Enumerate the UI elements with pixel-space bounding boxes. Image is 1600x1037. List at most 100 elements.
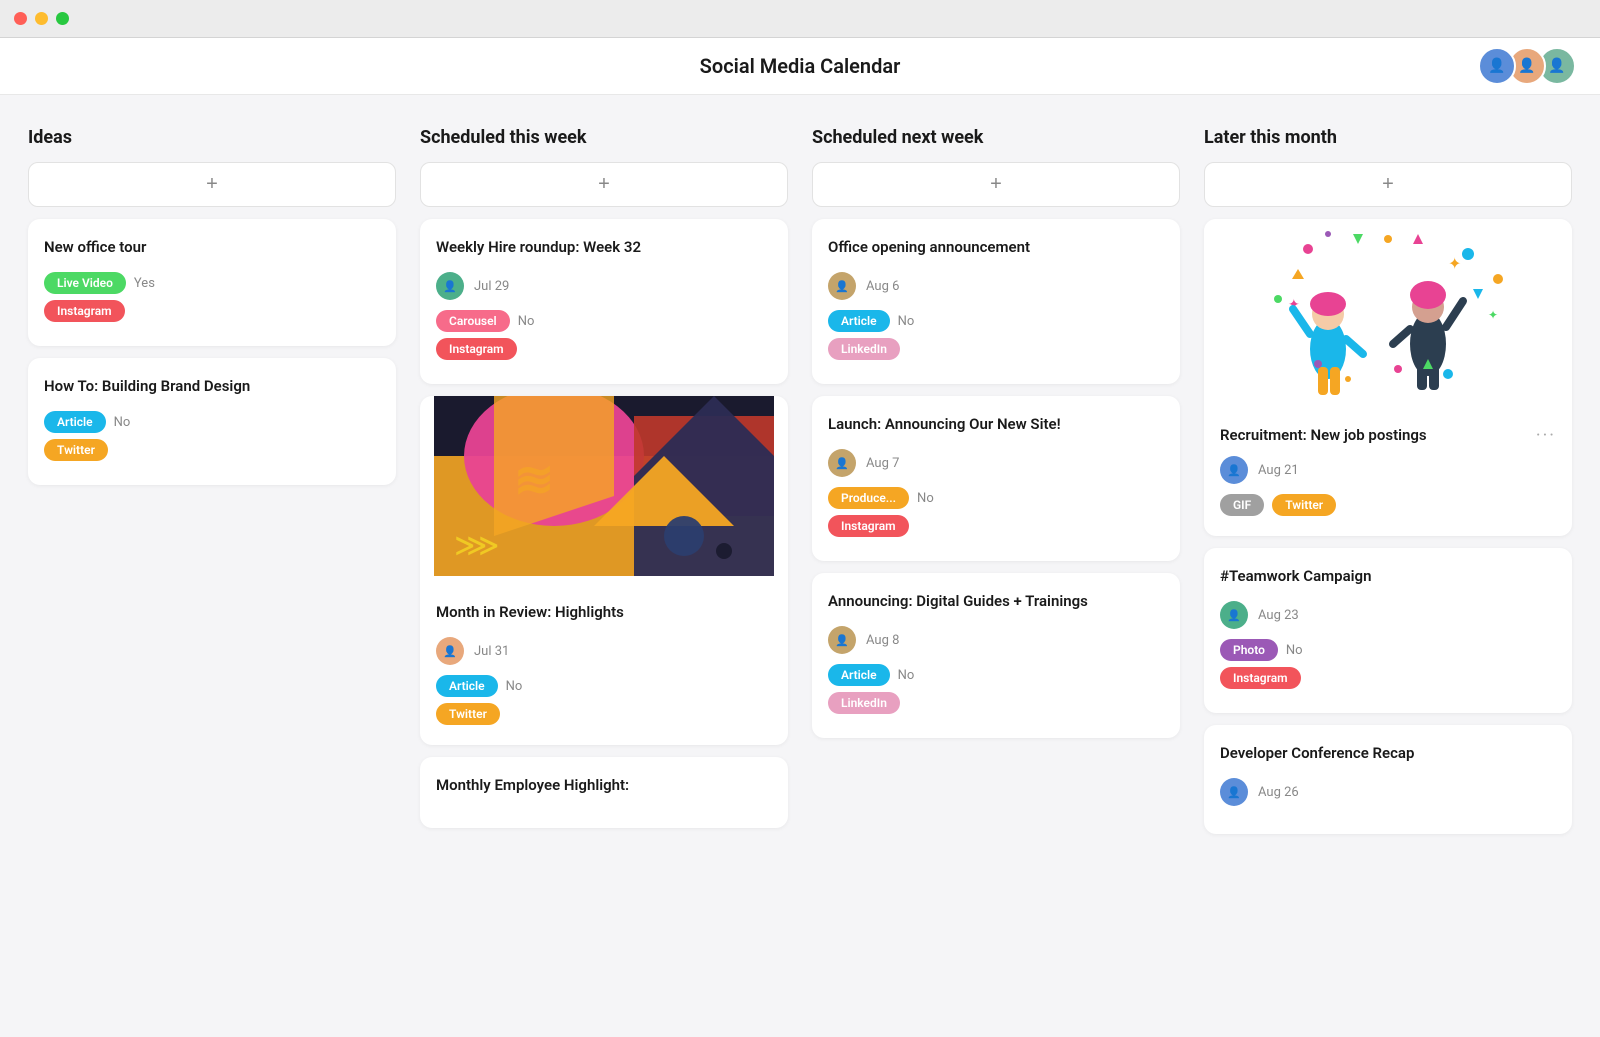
card-meta: 👤 Aug 26 [1220, 778, 1556, 806]
column-scheduled-this-week: Scheduled this week + Weekly Hire roundu… [420, 127, 788, 840]
badges-row: Article No [828, 310, 1164, 332]
card-office-opening: Office opening announcement 👤 Aug 6 Arti… [812, 219, 1180, 384]
badge-value-no: No [898, 668, 915, 683]
card-date: Jul 29 [474, 279, 509, 294]
card-month-review: ≋ ⋙ Month in Review: Highlights 👤 Jul 31… [420, 396, 788, 745]
add-ideas-button[interactable]: + [28, 162, 396, 207]
badge-live-video: Live Video [44, 272, 126, 294]
badges-row: GIF Twitter [1220, 494, 1556, 516]
page-title: Social Media Calendar [700, 54, 901, 78]
badges-row-2: Instagram [44, 300, 380, 322]
avatar-1: 👤 [1478, 47, 1516, 85]
badge-instagram: Instagram [1220, 667, 1301, 689]
more-dots-button[interactable]: ··· [1536, 425, 1556, 446]
card-teamwork-campaign: #Teamwork Campaign 👤 Aug 23 Photo No Ins… [1204, 548, 1572, 713]
card-title: Launch: Announcing Our New Site! [828, 414, 1164, 435]
dot-yellow[interactable] [35, 12, 48, 25]
card-new-office-tour: New office tour Live Video Yes Instagram [28, 219, 396, 346]
card-title: New office tour [44, 237, 380, 258]
badge-value-no: No [518, 314, 535, 329]
card-monthly-employee: Monthly Employee Highlight: [420, 757, 788, 828]
dot-red[interactable] [14, 12, 27, 25]
badges-row-2: Instagram [436, 338, 772, 360]
badge-value-yes: Yes [134, 276, 155, 291]
card-avatar: 👤 [1220, 778, 1248, 806]
card-title: Weekly Hire roundup: Week 32 [436, 237, 772, 258]
card-image-review: ≋ ⋙ [420, 396, 788, 576]
badge-photo: Photo [1220, 639, 1278, 661]
badges-row: Photo No [1220, 639, 1556, 661]
card-date: Aug 21 [1258, 463, 1299, 478]
badges-row: Article No [44, 411, 380, 433]
badge-value-no: No [917, 491, 934, 506]
column-later-this-month: Later this month + [1204, 127, 1572, 846]
badge-value-no: No [1286, 643, 1303, 658]
dot-green[interactable] [56, 12, 69, 25]
badge-article: Article [828, 310, 890, 332]
card-date: Aug 6 [866, 279, 899, 294]
card-date: Jul 31 [474, 644, 509, 659]
card-avatar: 👤 [436, 637, 464, 665]
card-avatar: 👤 [1220, 456, 1248, 484]
celebration-image: ✦ ✦ ✦ [1204, 219, 1572, 399]
card-digital-guides: Announcing: Digital Guides + Trainings 👤… [812, 573, 1180, 738]
badge-value-no: No [114, 415, 131, 430]
titlebar [0, 0, 1600, 38]
badge-instagram: Instagram [44, 300, 125, 322]
card-meta: 👤 Aug 21 [1220, 456, 1556, 484]
columns: Ideas + New office tour Live Video Yes I… [28, 127, 1572, 846]
card-avatar: 👤 [1220, 601, 1248, 629]
badge-twitter: Twitter [44, 439, 108, 461]
card-title: #Teamwork Campaign [1220, 566, 1556, 587]
card-meta: 👤 Aug 6 [828, 272, 1164, 300]
badges-row-2: Instagram [828, 515, 1164, 537]
badges-row: Article No [436, 675, 772, 697]
svg-text:✦: ✦ [1448, 254, 1461, 273]
add-later-this-month-button[interactable]: + [1204, 162, 1572, 207]
badge-carousel: Carousel [436, 310, 510, 332]
badge-value-no: No [898, 314, 915, 329]
badge-instagram: Instagram [436, 338, 517, 360]
badges-row-2: LinkedIn [828, 692, 1164, 714]
svg-text:≋: ≋ [514, 451, 554, 508]
card-title: Announcing: Digital Guides + Trainings [828, 591, 1164, 612]
card-title: Recruitment: New job postings [1220, 425, 1427, 446]
badges-row: Produce... No [828, 487, 1164, 509]
badges-row-2: Instagram [1220, 667, 1556, 689]
column-scheduled-next-week-header: Scheduled next week [812, 127, 1180, 148]
add-scheduled-next-week-button[interactable]: + [812, 162, 1180, 207]
badge-twitter: Twitter [1272, 494, 1336, 516]
card-meta: 👤 Aug 7 [828, 449, 1164, 477]
card-meta: 👤 Jul 29 [436, 272, 772, 300]
card-avatar: 👤 [828, 449, 856, 477]
badge-article: Article [44, 411, 106, 433]
card-avatar: 👤 [436, 272, 464, 300]
column-ideas: Ideas + New office tour Live Video Yes I… [28, 127, 396, 497]
badge-producer: Produce... [828, 487, 909, 509]
card-avatar: 👤 [828, 626, 856, 654]
badges-row-2: LinkedIn [828, 338, 1164, 360]
card-title: How To: Building Brand Design [44, 376, 380, 397]
badges-row: Carousel No [436, 310, 772, 332]
column-later-this-month-header: Later this month [1204, 127, 1572, 148]
card-recruitment: ✦ ✦ ✦ [1204, 219, 1572, 536]
svg-text:✦: ✦ [1488, 308, 1498, 322]
badges-row-2: Twitter [44, 439, 380, 461]
card-title: Office opening announcement [828, 237, 1164, 258]
card-date: Aug 8 [866, 633, 899, 648]
card-meta: 👤 Aug 8 [828, 626, 1164, 654]
card-title: Developer Conference Recap [1220, 743, 1556, 764]
badges-row: Live Video Yes [44, 272, 380, 294]
card-meta: 👤 Aug 23 [1220, 601, 1556, 629]
svg-text:⋙: ⋙ [454, 526, 500, 564]
add-scheduled-this-week-button[interactable]: + [420, 162, 788, 207]
app-header: Social Media Calendar 👤 👤 👤 [0, 38, 1600, 95]
card-avatar: 👤 [828, 272, 856, 300]
card-title: Monthly Employee Highlight: [436, 775, 772, 796]
main-content: Ideas + New office tour Live Video Yes I… [0, 95, 1600, 1037]
badge-gif: GIF [1220, 494, 1264, 516]
card-building-brand: How To: Building Brand Design Article No… [28, 358, 396, 485]
badge-instagram: Instagram [828, 515, 909, 537]
column-scheduled-this-week-header: Scheduled this week [420, 127, 788, 148]
card-meta: 👤 Jul 31 [436, 637, 772, 665]
